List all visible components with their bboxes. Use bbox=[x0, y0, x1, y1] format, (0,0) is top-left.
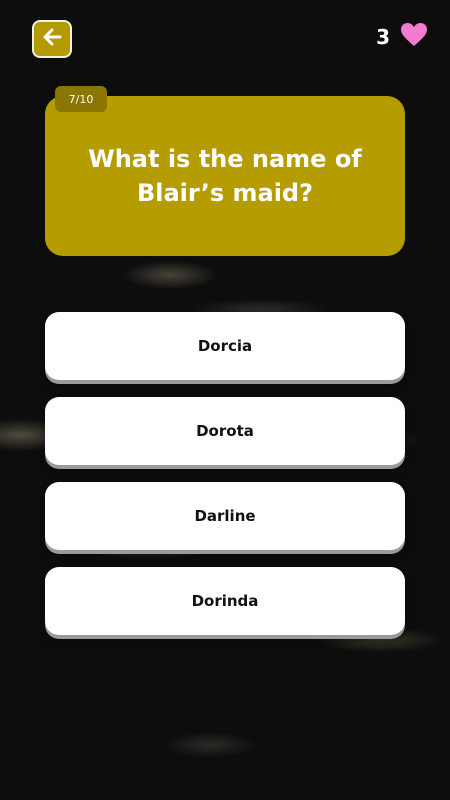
question-card: What is the name of Blair’s maid? bbox=[45, 96, 405, 256]
question-text: What is the name of Blair’s maid? bbox=[88, 145, 362, 207]
heart-icon bbox=[400, 22, 428, 52]
progress-badge: 7/10 bbox=[55, 86, 107, 112]
lives-counter: 3 bbox=[376, 22, 428, 52]
answer-option-3[interactable]: Darline bbox=[45, 482, 405, 550]
answer-option-1[interactable]: Dorcia bbox=[45, 312, 405, 380]
lives-count: 3 bbox=[376, 25, 390, 49]
back-button[interactable] bbox=[32, 20, 72, 58]
answer-option-2[interactable]: Dorota bbox=[45, 397, 405, 465]
answer-option-4[interactable]: Dorinda bbox=[45, 567, 405, 635]
answer-list: Dorcia Dorota Darline Dorinda bbox=[45, 312, 405, 652]
arrow-left-icon bbox=[42, 28, 62, 50]
